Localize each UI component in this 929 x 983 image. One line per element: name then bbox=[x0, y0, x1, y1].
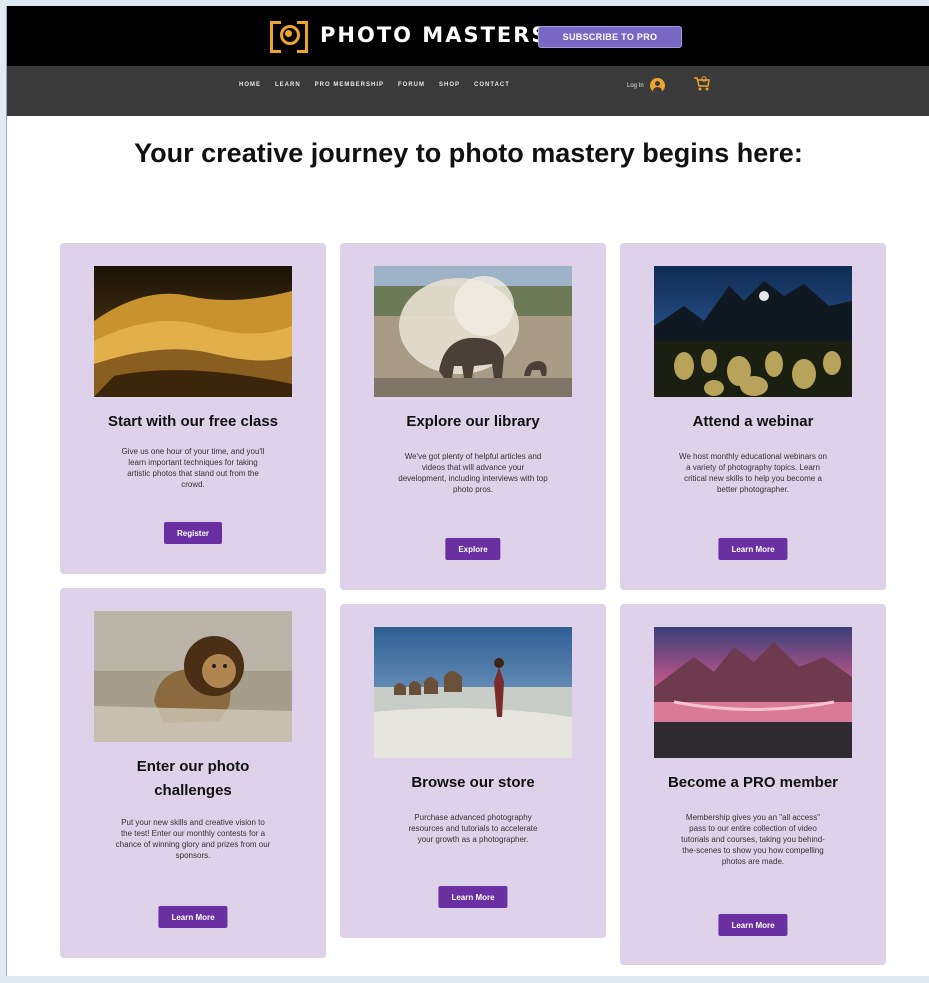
card-description: We host monthly educational webinars on … bbox=[679, 452, 827, 494]
nav-item-forum[interactable]: FORUM bbox=[398, 82, 425, 88]
card-free-class: Start with our free class Give us one ho… bbox=[60, 243, 326, 574]
page-headline: Your creative journey to photo mastery b… bbox=[134, 138, 803, 168]
camel-caravan-photo bbox=[374, 627, 572, 758]
card-title: Browse our store bbox=[411, 774, 535, 791]
learn-more-button[interactable]: Learn More bbox=[718, 538, 788, 560]
nav-menu: HOME LEARN PRO MEMBERSHIP FORUM SHOP CON… bbox=[239, 66, 510, 104]
card-title: Explore our library bbox=[406, 413, 540, 430]
card-title: Enter our photo challenges bbox=[136, 758, 250, 799]
card-title: Attend a webinar bbox=[692, 413, 814, 430]
login-label: Log In bbox=[627, 82, 644, 89]
card-description: Membership gives you an "all access" pas… bbox=[681, 813, 825, 866]
card-store: Browse our store Purchase advanced photo… bbox=[340, 604, 606, 938]
nav-item-home[interactable]: HOME bbox=[239, 82, 261, 88]
learn-more-button[interactable]: Learn More bbox=[158, 906, 228, 928]
camera-logo-icon bbox=[270, 20, 308, 53]
register-button[interactable]: Register bbox=[163, 522, 223, 544]
learn-more-button[interactable]: Learn More bbox=[718, 914, 788, 936]
desert-dunes-photo bbox=[94, 266, 292, 397]
login-link[interactable]: Log In bbox=[627, 78, 665, 93]
user-icon bbox=[649, 78, 665, 93]
card-library: Explore our library We've got plenty of … bbox=[340, 243, 606, 590]
nav-bar: HOME LEARN PRO MEMBERSHIP FORUM SHOP CON… bbox=[7, 66, 929, 116]
nav-item-shop[interactable]: SHOP bbox=[439, 82, 460, 88]
subscribe-button[interactable]: SUBSCRIBE TO PRO bbox=[538, 26, 682, 48]
card-pro-member: Become a PRO member Membership gives you… bbox=[620, 604, 886, 965]
nav-item-learn[interactable]: LEARN bbox=[275, 82, 301, 88]
nav-item-contact[interactable]: CONTACT bbox=[474, 82, 510, 88]
learn-more-button[interactable]: Learn More bbox=[438, 886, 508, 908]
mountain-lake-photo bbox=[654, 627, 852, 758]
page: PHOTO MASTERS SUBSCRIBE TO PRO HOME LEAR… bbox=[6, 6, 929, 976]
brand[interactable]: PHOTO MASTERS bbox=[270, 20, 549, 53]
card-title: Become a PRO member bbox=[667, 774, 839, 791]
card-title: Start with our free class bbox=[107, 413, 279, 430]
card-webinar: Attend a webinar We host monthly educati… bbox=[620, 243, 886, 590]
card-description: Purchase advanced photography resources … bbox=[408, 813, 538, 844]
card-description: We've got plenty of helpful articles and… bbox=[398, 452, 548, 494]
top-header: PHOTO MASTERS SUBSCRIBE TO PRO bbox=[7, 6, 929, 66]
lion-grass-photo bbox=[94, 611, 292, 742]
card-description: Give us one hour of your time, and you'l… bbox=[121, 447, 265, 489]
card-description: Put your new skills and creative vision … bbox=[115, 818, 271, 860]
explore-button[interactable]: Explore bbox=[445, 538, 501, 560]
cactus-night-photo bbox=[654, 266, 852, 397]
card-photo-challenges: Enter our photo challenges Put your new … bbox=[60, 588, 326, 958]
nav-item-pro-membership[interactable]: PRO MEMBERSHIP bbox=[315, 82, 384, 88]
cart-icon[interactable] bbox=[693, 76, 711, 97]
elephant-dust-photo bbox=[374, 266, 572, 397]
brand-name: PHOTO MASTERS bbox=[320, 23, 549, 47]
